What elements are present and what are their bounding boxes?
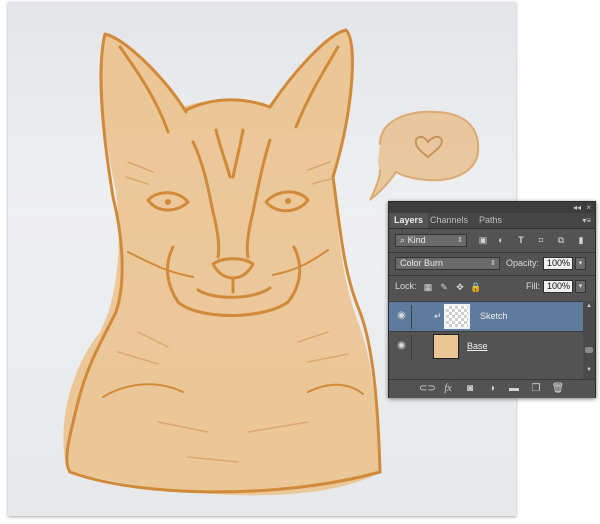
- tab-channels[interactable]: Channels: [425, 213, 473, 228]
- divider: [411, 335, 412, 359]
- opacity-input[interactable]: 100%: [543, 257, 573, 270]
- link-layers-icon[interactable]: ⊂⊃: [419, 383, 436, 395]
- panel-titlebar[interactable]: ◂◂ ×: [389, 202, 595, 213]
- chevron-updown-icon: ⇕: [490, 260, 496, 267]
- filter-kind-dropdown[interactable]: ⌕ Kind ⇕: [395, 234, 467, 247]
- panel-menu-icon[interactable]: ▾≡: [582, 213, 591, 228]
- layer-row-sketch[interactable]: ◉ ↵ Sketch: [389, 301, 583, 331]
- layer-row-base[interactable]: ◉ Base: [389, 331, 583, 361]
- lock-row: Lock: ▦ ✎ ✥ 🔒 Fill: 100% ▾: [389, 279, 595, 296]
- opacity-label: Opacity:: [506, 258, 540, 268]
- search-icon: ⌕: [400, 235, 406, 245]
- new-layer-icon[interactable]: ❐: [529, 383, 543, 395]
- speech-bubble: [370, 111, 479, 200]
- image-filter-icon[interactable]: ▣: [477, 235, 489, 246]
- layer-thumbnail[interactable]: [433, 334, 459, 359]
- collapse-panel-icon[interactable]: ◂◂: [573, 202, 581, 213]
- panel-bottom-bar: ⊂⊃ fx ◙ ◑ ▬ ❐ 🗑: [389, 379, 595, 398]
- divider: [389, 252, 595, 253]
- fx-icon[interactable]: fx: [441, 383, 455, 395]
- opacity-slider-button[interactable]: ▾: [575, 257, 586, 270]
- tab-layers[interactable]: Layers: [389, 213, 429, 228]
- layer-thumbnail[interactable]: [444, 304, 470, 329]
- lock-transparent-icon[interactable]: ▦: [422, 282, 434, 293]
- divider: [411, 305, 412, 329]
- delete-layer-icon[interactable]: 🗑: [551, 383, 565, 395]
- new-group-icon[interactable]: ▬: [507, 383, 521, 395]
- close-panel-icon[interactable]: ×: [586, 202, 591, 213]
- divider: [389, 275, 595, 276]
- tab-paths[interactable]: Paths: [474, 213, 507, 228]
- blend-mode-dropdown[interactable]: Color Burn ⇕: [395, 257, 500, 270]
- scroll-down-icon[interactable]: ▼: [586, 367, 592, 373]
- smart-object-filter-icon[interactable]: ⧉: [555, 235, 567, 246]
- fill-label: Fill:: [526, 281, 540, 291]
- clipping-mask-icon: ↵: [434, 311, 442, 321]
- lock-position-icon[interactable]: ✥: [454, 282, 466, 293]
- layer-name[interactable]: Sketch: [480, 311, 508, 321]
- shape-filter-icon[interactable]: ⌗: [535, 235, 547, 246]
- filter-row: ⌕ Kind ⇕ ▣ ◐ T ⌗ ⧉ ▮: [389, 233, 595, 250]
- lock-label: Lock:: [395, 281, 417, 291]
- adjustment-layer-icon[interactable]: ◑: [485, 383, 499, 395]
- blend-mode-value: Color Burn: [400, 258, 444, 268]
- fill-input[interactable]: 100%: [543, 280, 573, 293]
- blend-row: Color Burn ⇕ Opacity: 100% ▾: [389, 256, 595, 273]
- filter-toggle-icon[interactable]: ▮: [575, 235, 587, 246]
- chevron-updown-icon: ⇕: [457, 237, 463, 244]
- scroll-thumb[interactable]: [585, 347, 593, 353]
- type-filter-icon[interactable]: T: [515, 235, 527, 246]
- visibility-eye-icon[interactable]: ◉: [395, 310, 408, 322]
- layers-panel: ◂◂ × Layers Channels Paths ▾≡ ⌕ Kind ⇕ ▣…: [388, 201, 596, 398]
- layers-scrollbar[interactable]: ▲ ▼: [583, 301, 595, 379]
- add-mask-icon[interactable]: ◙: [463, 383, 477, 395]
- panel-tabs: Layers Channels Paths ▾≡: [389, 213, 595, 229]
- lock-image-icon[interactable]: ✎: [438, 282, 450, 293]
- scroll-up-icon[interactable]: ▲: [586, 303, 592, 309]
- adjustment-filter-icon[interactable]: ◐: [495, 235, 507, 246]
- filter-kind-label: Kind: [407, 235, 426, 245]
- layer-name[interactable]: Base: [467, 341, 488, 351]
- visibility-eye-icon[interactable]: ◉: [395, 340, 408, 352]
- fill-slider-button[interactable]: ▾: [575, 280, 586, 293]
- lock-all-icon[interactable]: 🔒: [470, 282, 482, 293]
